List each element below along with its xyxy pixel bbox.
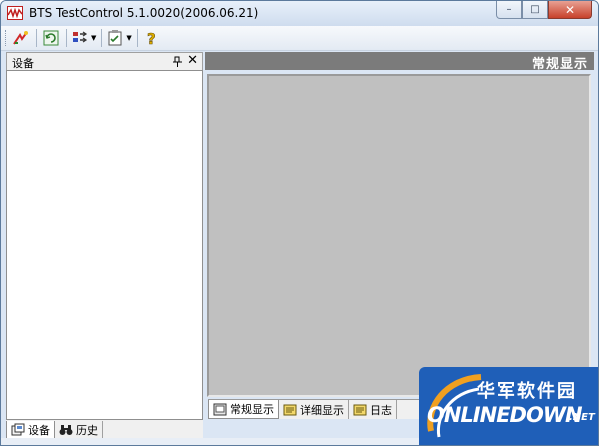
watermark-cn-text: 华军软件园	[477, 381, 577, 402]
maximize-button[interactable]: □	[522, 1, 548, 19]
device-panel-header: 设备 ✕	[6, 52, 203, 70]
display-icon	[213, 403, 227, 416]
title-bar[interactable]: BTS TestControl 5.1.0020(2006.06.21) – □…	[1, 1, 598, 26]
pin-icon[interactable]	[173, 56, 182, 70]
watermark-suffix: .NET	[569, 412, 595, 423]
detail-icon	[283, 403, 297, 416]
toolbar-separator	[36, 29, 37, 47]
tab-normal-display[interactable]: 常规显示	[208, 400, 279, 419]
panel-close-icon[interactable]: ✕	[187, 53, 198, 68]
left-bottom-tabs: 设备 历史	[6, 421, 203, 439]
tab-detail-display-label: 详细显示	[300, 403, 344, 417]
refresh-icon	[42, 29, 60, 47]
app-window: BTS TestControl 5.1.0020(2006.06.21) – □…	[0, 0, 599, 446]
tab-history-label: 历史	[76, 424, 98, 437]
toolbar: ▼ ▼ ?	[1, 26, 598, 51]
log-icon	[353, 403, 367, 416]
close-icon: ✕	[564, 2, 576, 17]
toolbar-separator	[101, 29, 103, 47]
tab-history[interactable]: 历史	[55, 421, 103, 439]
tab-log-label: 日志	[370, 403, 392, 417]
display-panel-title: 常规显示	[531, 57, 588, 72]
tab-device-label: 设备	[28, 423, 50, 437]
connect-icon	[12, 29, 30, 47]
close-button[interactable]: ✕	[548, 1, 592, 19]
window-controls: – □ ✕	[496, 1, 592, 19]
display-panel-header: 常规显示	[205, 52, 594, 72]
minimize-icon: –	[506, 4, 512, 15]
help-icon: ?	[143, 29, 161, 47]
tab-device[interactable]: 设备	[6, 421, 55, 439]
chevron-down-icon[interactable]: ▼	[126, 34, 131, 42]
device-panel: 设备 ✕ 设备 历史	[6, 52, 203, 439]
tab-detail-display[interactable]: 详细显示	[279, 400, 349, 419]
task-icon	[106, 29, 124, 47]
minimize-button[interactable]: –	[496, 1, 522, 19]
help-button[interactable]: ?	[142, 28, 162, 48]
device-panel-title: 设备	[12, 57, 34, 70]
toolbar-separator	[66, 29, 67, 47]
channel-config-icon	[71, 29, 89, 47]
svg-text:?: ?	[147, 30, 156, 47]
display-canvas[interactable]	[207, 74, 591, 397]
connect-button[interactable]	[11, 28, 31, 48]
device-icon	[11, 423, 25, 436]
maximize-icon: □	[530, 4, 540, 15]
binoculars-icon	[59, 424, 73, 436]
device-tree[interactable]	[6, 70, 203, 420]
chevron-down-icon[interactable]: ▼	[91, 34, 96, 42]
window-title: BTS TestControl 5.1.0020(2006.06.21)	[29, 6, 259, 20]
refresh-button[interactable]	[41, 28, 61, 48]
toolbar-separator	[136, 29, 138, 47]
tab-log[interactable]: 日志	[349, 400, 397, 419]
tab-normal-display-label: 常规显示	[230, 403, 274, 416]
toolbar-grip[interactable]	[5, 30, 8, 46]
channel-config-button[interactable]: ▼	[71, 28, 96, 48]
app-logo-icon	[7, 6, 23, 20]
watermark-en-text: ONLINEDOWN	[427, 403, 583, 427]
task-button[interactable]: ▼	[106, 28, 132, 48]
watermark-logo: 华军软件园 ONLINEDOWN .NET	[419, 367, 598, 445]
